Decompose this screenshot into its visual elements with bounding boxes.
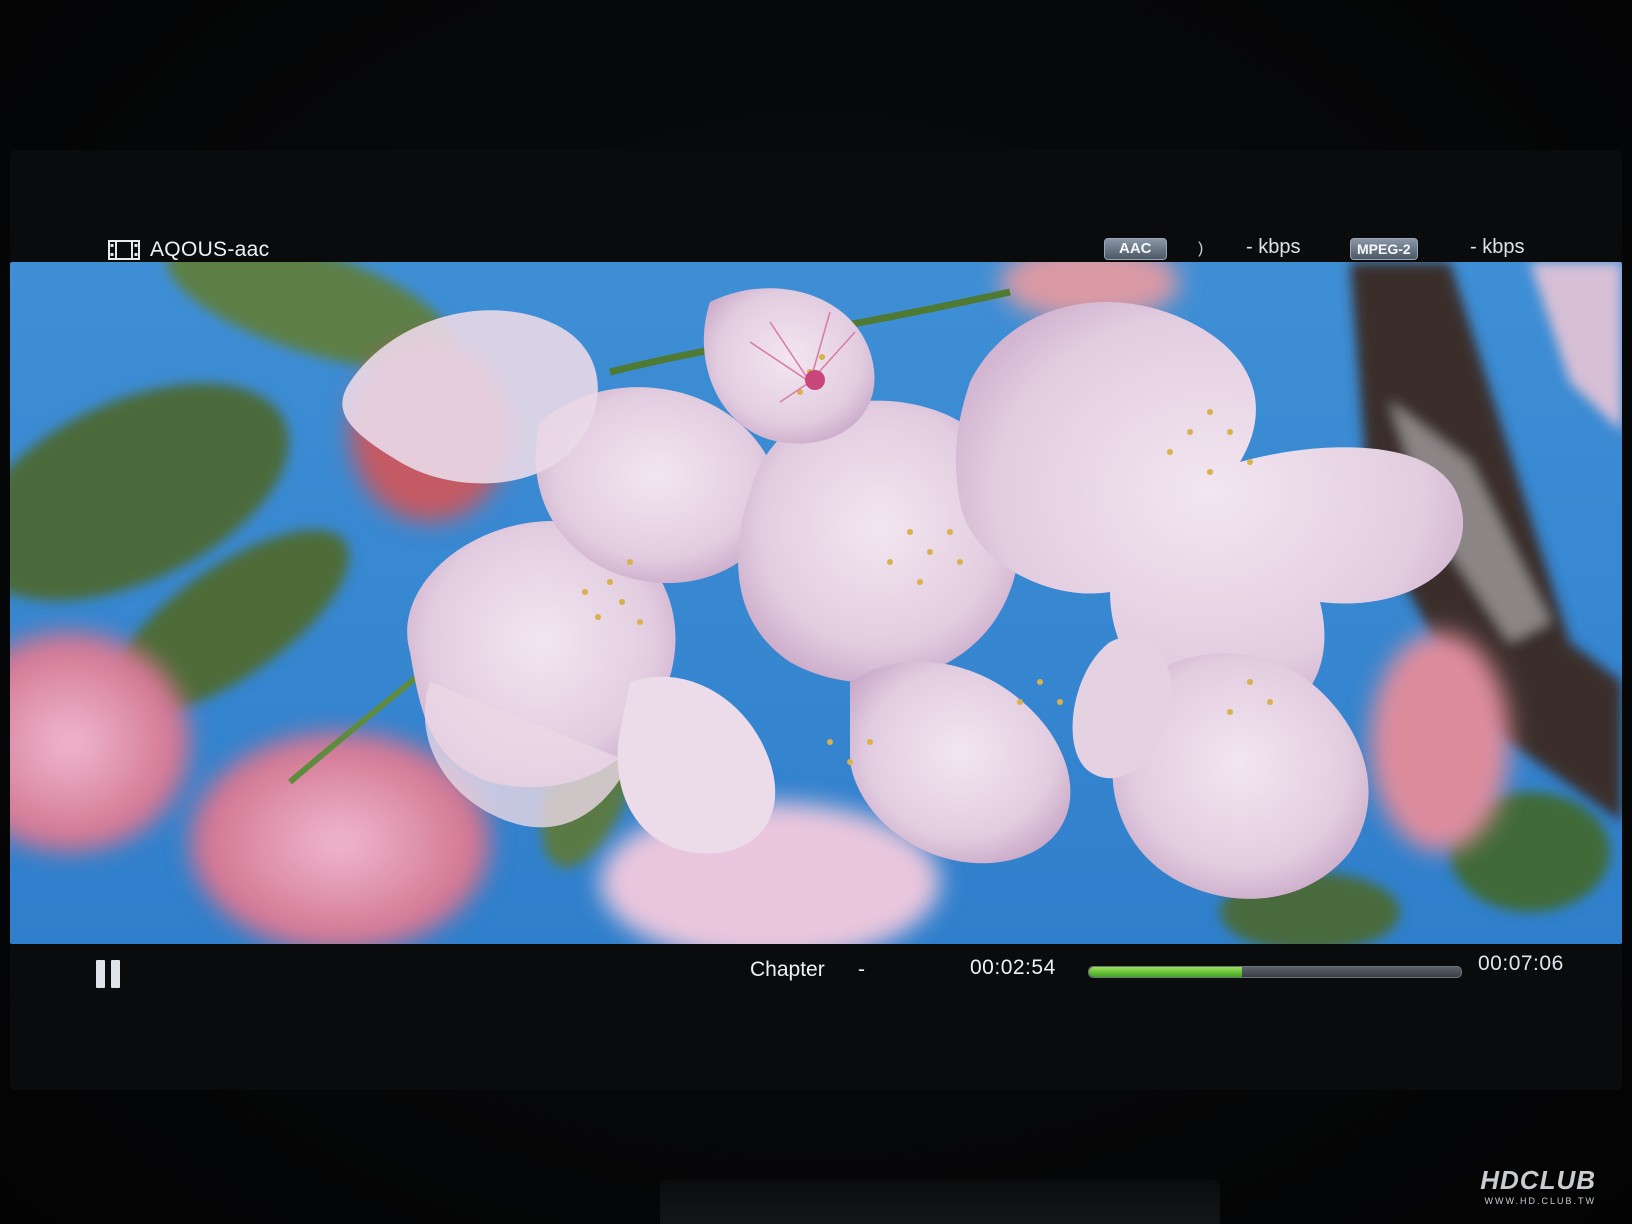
- pause-icon[interactable]: [96, 960, 124, 990]
- video-frame[interactable]: [10, 262, 1622, 944]
- watermark: HDCLUB WWW.HD.CLUB.TW: [1480, 1165, 1596, 1206]
- bottom-control-bar: Chapter - 00:02:54 00:07:06: [10, 944, 1622, 1014]
- tv-stand: [660, 1180, 1220, 1224]
- chapter-value: -: [858, 958, 865, 981]
- tv-bezel: AQOUS-aac AAC ) - kbps MPEG-2 - kbps Cha…: [0, 0, 1632, 1224]
- current-time: 00:02:54: [970, 956, 1056, 979]
- progress-fill: [1089, 967, 1242, 977]
- video-title: AQOUS-aac: [150, 238, 270, 261]
- speaker-wave-icon: ): [1198, 240, 1204, 257]
- chapter-label: Chapter: [750, 958, 825, 981]
- tv-screen: AQOUS-aac AAC ) - kbps MPEG-2 - kbps Cha…: [10, 150, 1622, 1090]
- progress-bar[interactable]: [1088, 966, 1462, 978]
- total-time: 00:07:06: [1478, 952, 1564, 975]
- video-codec-badge: MPEG-2: [1350, 238, 1418, 260]
- film-icon: [108, 240, 140, 260]
- pause-bar-right: [111, 960, 120, 988]
- pause-bar-left: [96, 960, 105, 988]
- watermark-logo: HDCLUB: [1480, 1165, 1596, 1195]
- audio-codec-badge: AAC: [1104, 238, 1167, 260]
- audio-bitrate: - kbps: [1246, 236, 1301, 258]
- video-image: [10, 262, 1622, 944]
- watermark-url: WWW.HD.CLUB.TW: [1484, 1196, 1596, 1206]
- video-bitrate: - kbps: [1470, 236, 1525, 258]
